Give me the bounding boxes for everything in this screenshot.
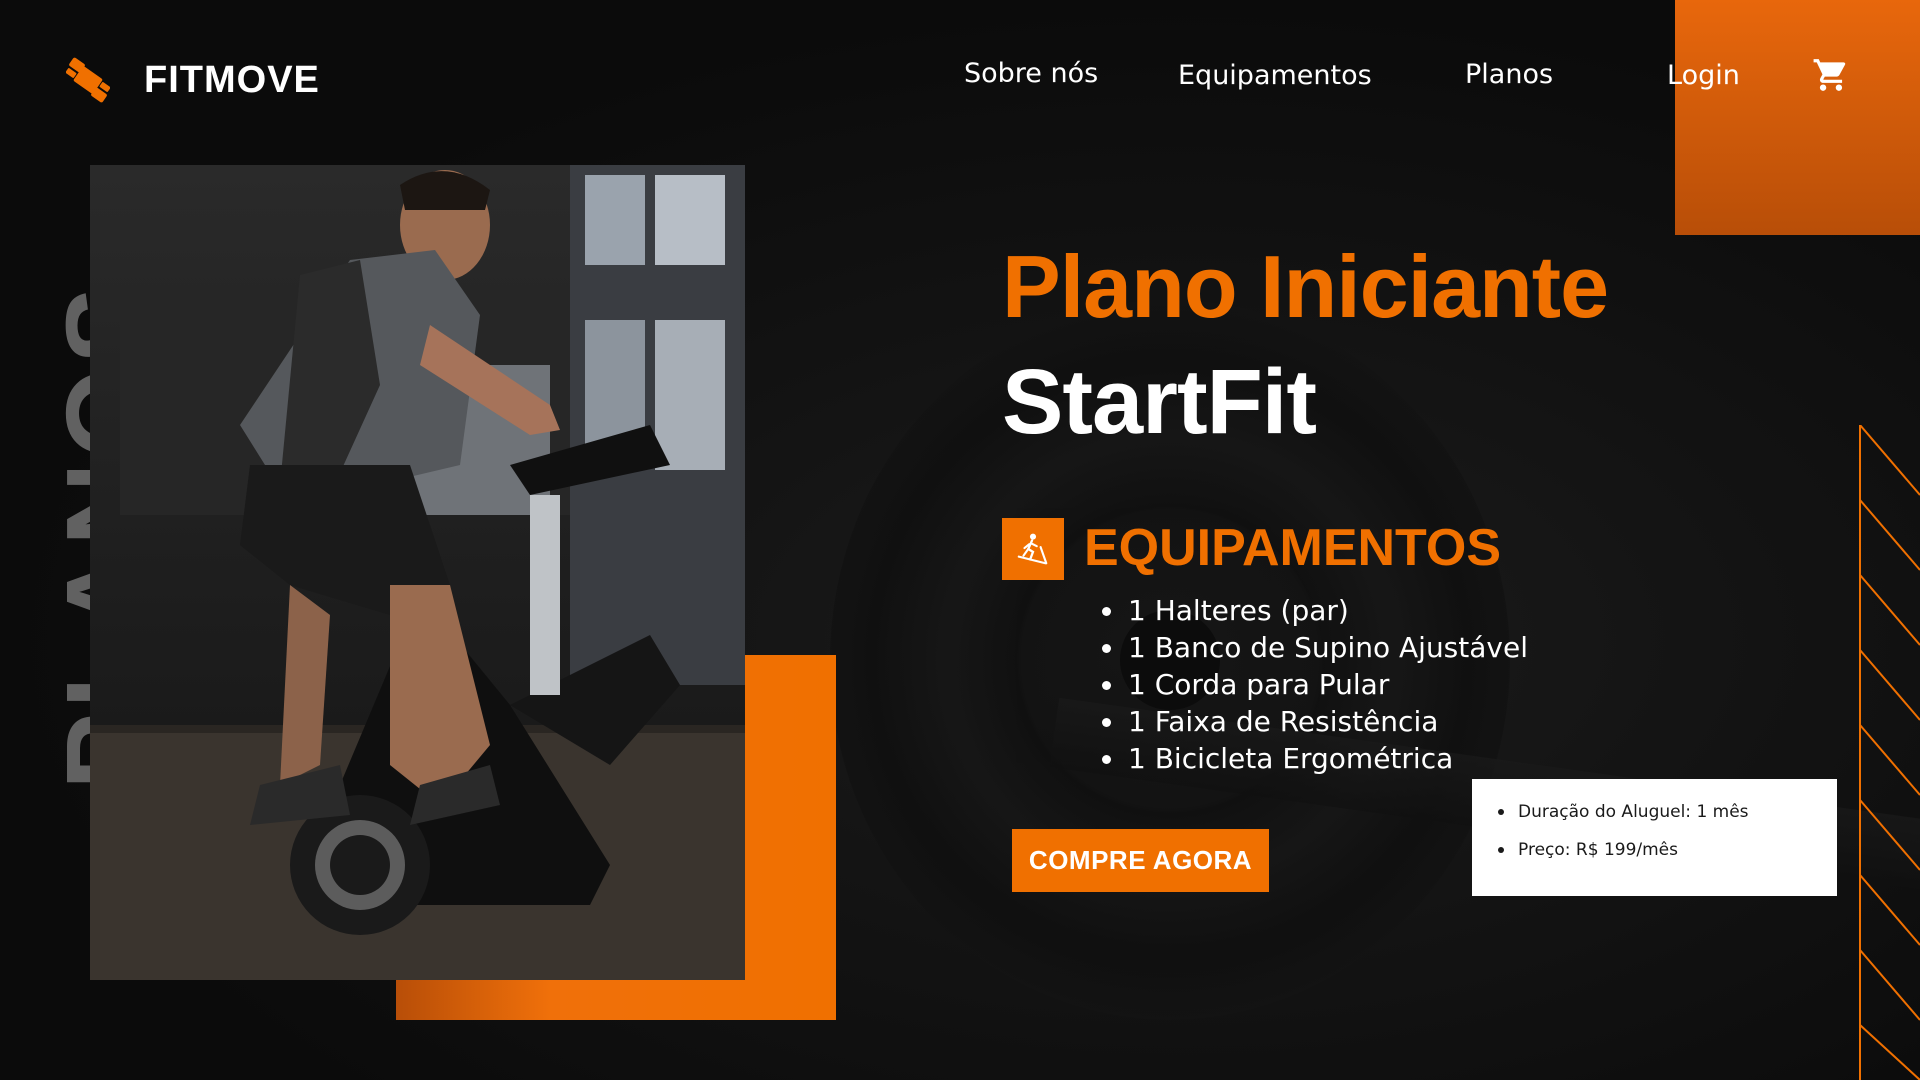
treadmill-icon [1002, 518, 1064, 580]
nav-equipamentos[interactable]: Equipamentos [1178, 60, 1372, 91]
corner-accent-block [1675, 0, 1920, 235]
plan-price: Preço: R$ 199/mês [1498, 831, 1837, 869]
list-item: 1 Banco de Supino Ajustável [1102, 629, 1528, 666]
nav-planos[interactable]: Planos [1465, 59, 1553, 90]
equipment-heading: EQUIPAMENTOS [1084, 519, 1502, 577]
nav-sobre-nos[interactable]: Sobre nós [964, 58, 1098, 89]
list-item: 1 Bicicleta Ergométrica [1102, 740, 1528, 777]
list-item: 1 Corda para Pular [1102, 666, 1528, 703]
plan-info-card: Duração do Aluguel: 1 mês Preço: R$ 199/… [1472, 779, 1837, 896]
page: FITMOVE Sobre nós Equipamentos Planos Lo… [0, 0, 1920, 1080]
equipment-list: 1 Halteres (par) 1 Banco de Supino Ajust… [1102, 592, 1528, 777]
list-item: 1 Faixa de Resistência [1102, 703, 1528, 740]
buy-now-button[interactable]: COMPRE AGORA [1012, 829, 1269, 892]
decorative-stripes [1858, 424, 1920, 1080]
main-nav: Sobre nós Equipamentos Planos Login [0, 56, 1920, 104]
rental-duration: Duração do Aluguel: 1 mês [1498, 793, 1837, 831]
man-on-exercise-bike-photo [90, 165, 745, 980]
cart-icon[interactable] [1812, 56, 1850, 94]
plan-title: Plano Iniciante [1002, 237, 1609, 336]
plan-subtitle: StartFit [1002, 351, 1317, 453]
nav-login[interactable]: Login [1667, 60, 1740, 91]
list-item: 1 Halteres (par) [1102, 592, 1528, 629]
